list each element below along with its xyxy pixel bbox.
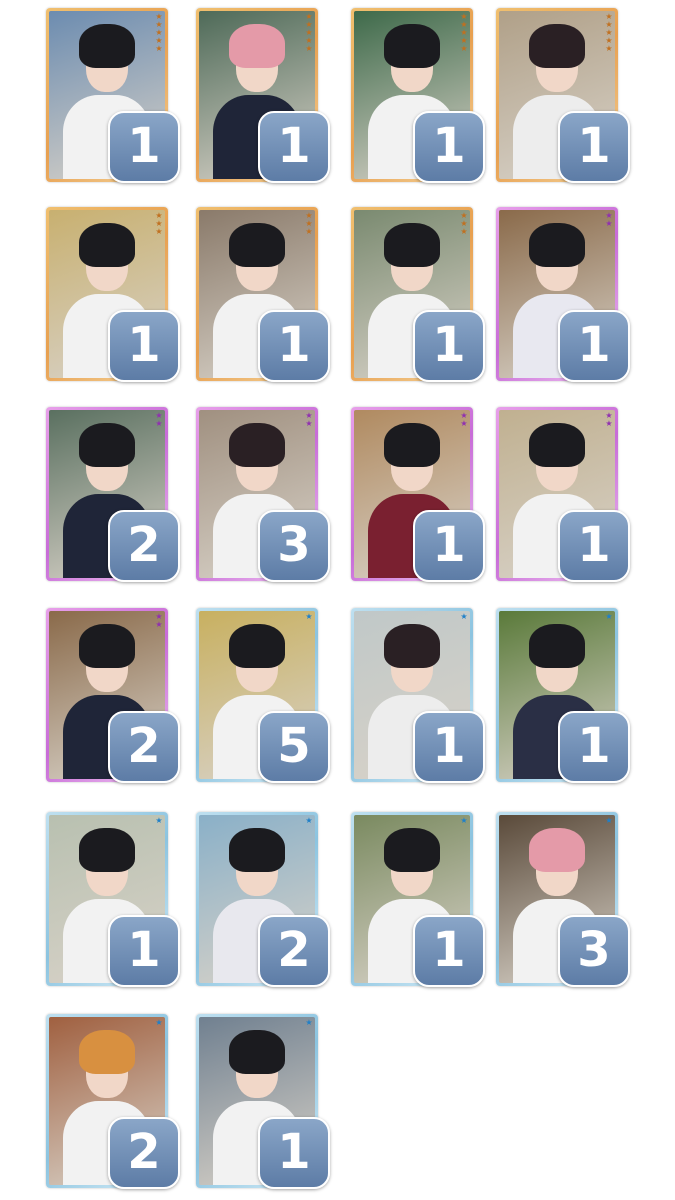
rarity-stars-icon: ★ xyxy=(155,816,163,825)
count-badge: 2 xyxy=(108,1117,180,1189)
count-badge: 2 xyxy=(108,711,180,783)
rarity-stars-icon: ★ ★ ★ ★ ★ xyxy=(305,12,313,53)
rarity-stars-icon: ★ ★ ★ xyxy=(460,211,468,236)
count-badge: 3 xyxy=(558,915,630,987)
rarity-stars-icon: ★ ★ xyxy=(155,612,163,629)
rarity-stars-icon: ★ xyxy=(305,816,313,825)
rarity-stars-icon: ★ xyxy=(605,612,613,621)
rarity-stars-icon: ★ xyxy=(460,816,468,825)
count-badge: 1 xyxy=(108,111,180,183)
count-badge: 1 xyxy=(108,310,180,382)
rarity-stars-icon: ★ ★ xyxy=(605,211,613,228)
count-badge: 1 xyxy=(413,510,485,582)
rarity-stars-icon: ★ xyxy=(305,612,313,621)
count-badge: 1 xyxy=(258,1117,330,1189)
count-badge: 1 xyxy=(108,915,180,987)
rarity-stars-icon: ★ xyxy=(605,816,613,825)
count-badge: 1 xyxy=(413,111,485,183)
count-badge: 1 xyxy=(558,111,630,183)
count-badge: 1 xyxy=(413,915,485,987)
rarity-stars-icon: ★ ★ ★ ★ ★ xyxy=(460,12,468,53)
rarity-stars-icon: ★ ★ ★ ★ ★ xyxy=(155,12,163,53)
rarity-stars-icon: ★ ★ ★ xyxy=(305,211,313,236)
rarity-stars-icon: ★ ★ ★ xyxy=(155,211,163,236)
count-badge: 2 xyxy=(258,915,330,987)
count-badge: 1 xyxy=(413,711,485,783)
count-badge: 5 xyxy=(258,711,330,783)
rarity-stars-icon: ★ xyxy=(155,1018,163,1027)
rarity-stars-icon: ★ xyxy=(460,612,468,621)
photocard-grid: ★ ★ ★ ★ ★ 1 ★ ★ ★ ★ ★ 1 ★ ★ ★ ★ ★ 1 ★ ★ ★ ★ ★ 1 ★ ★ ★ 1 ★ ★ ★ 1 ★ ★ ★ 1 ★ ★ 1 ★… xyxy=(0,0,675,1200)
count-badge: 1 xyxy=(558,711,630,783)
count-badge: 1 xyxy=(558,310,630,382)
rarity-stars-icon: ★ ★ xyxy=(155,411,163,428)
count-badge: 1 xyxy=(258,111,330,183)
rarity-stars-icon: ★ ★ xyxy=(460,411,468,428)
count-badge: 1 xyxy=(413,310,485,382)
rarity-stars-icon: ★ xyxy=(305,1018,313,1027)
rarity-stars-icon: ★ ★ xyxy=(605,411,613,428)
count-badge: 1 xyxy=(558,510,630,582)
count-badge: 3 xyxy=(258,510,330,582)
rarity-stars-icon: ★ ★ xyxy=(305,411,313,428)
count-badge: 2 xyxy=(108,510,180,582)
rarity-stars-icon: ★ ★ ★ ★ ★ xyxy=(605,12,613,53)
count-badge: 1 xyxy=(258,310,330,382)
